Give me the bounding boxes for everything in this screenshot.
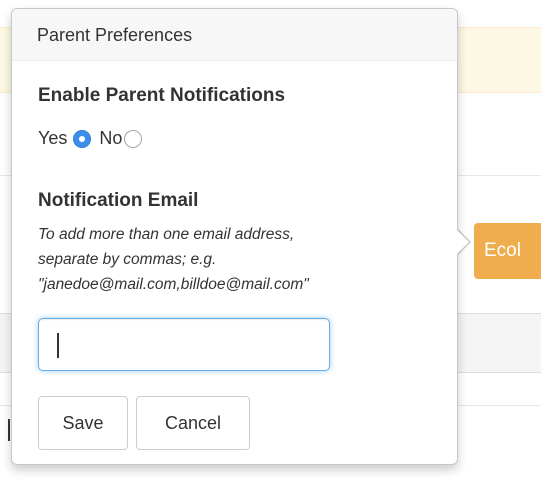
notifications-radio-group: Yes No: [38, 128, 150, 149]
radio-yes[interactable]: [73, 129, 92, 148]
notifications-heading: Enable Parent Notifications: [38, 85, 286, 106]
radio-yes-label[interactable]: Yes: [38, 128, 67, 149]
email-help-line: To add more than one email address,: [38, 226, 295, 243]
email-help-line: "janedoe@mail.com,billdoe@mail.com": [38, 276, 309, 293]
email-help-line: separate by commas; e.g.: [38, 251, 217, 268]
background-button[interactable]: Ecol: [474, 223, 541, 279]
parent-preferences-popover: Parent Preferences Enable Parent Notific…: [11, 8, 458, 465]
text-cursor: [57, 333, 59, 358]
page: Ecol Parent Preferences Enable Parent No…: [0, 0, 541, 492]
popover-arrow: [457, 230, 469, 254]
notification-email-input[interactable]: [38, 318, 330, 371]
email-help-text: To add more than one email address, sepa…: [38, 222, 418, 297]
background-text-fragment: [8, 419, 10, 441]
popover-title: Parent Preferences: [12, 9, 457, 61]
cancel-button[interactable]: Cancel: [136, 396, 250, 450]
email-heading: Notification Email: [38, 190, 199, 211]
radio-no-label[interactable]: No: [99, 128, 122, 149]
save-button[interactable]: Save: [38, 396, 128, 450]
radio-no[interactable]: [124, 129, 143, 148]
